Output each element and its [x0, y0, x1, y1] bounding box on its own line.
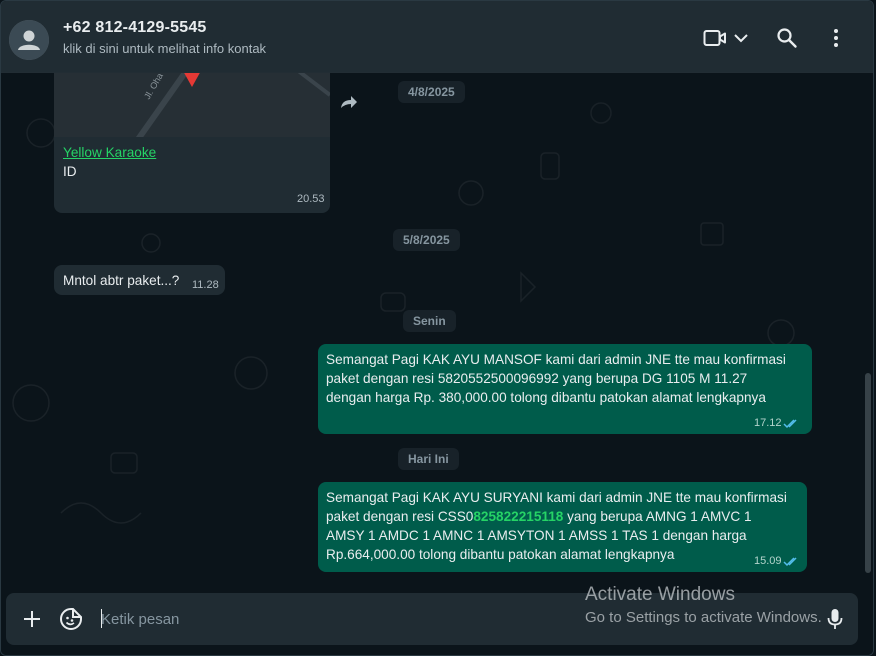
message-line: AMSY 1 AMDC 1 AMNC 1 AMSYTON 1 AMSS 1 TA…	[326, 528, 747, 543]
sticker-button[interactable]	[58, 606, 84, 632]
forward-icon	[341, 96, 357, 108]
message-input[interactable]	[101, 608, 561, 630]
message-time: 20.53	[297, 193, 325, 205]
message-line: Semangat Pagi KAK AYU MANSOF kami dari a…	[326, 352, 786, 367]
map-preview[interactable]: Jl. Oha	[54, 73, 330, 137]
sticker-icon	[60, 608, 82, 630]
message-fragment: paket dengan resi CSS0	[326, 509, 474, 524]
call-dropdown-button[interactable]	[733, 25, 749, 51]
tracking-number-link[interactable]: 825822215118	[473, 509, 563, 524]
forward-button[interactable]	[339, 94, 359, 115]
date-separator: 4/8/2025	[398, 81, 465, 103]
map-image: Jl. Oha	[54, 73, 330, 137]
message-line: Semangat Pagi KAK AYU SURYANI kami dari …	[326, 490, 787, 505]
message-fragment: yang berupa AMNG 1 AMVC 1	[563, 509, 752, 524]
outgoing-message[interactable]: Semangat Pagi KAK AYU SURYANI kami dari …	[318, 482, 807, 572]
text-cursor	[101, 609, 102, 628]
message-line: paket dengan resi 5820552500096992 yang …	[326, 371, 748, 386]
read-receipt-icon	[783, 557, 797, 567]
date-separator: Hari Ini	[398, 448, 459, 470]
chat-header[interactable]: +62 812-4129-5545 klik di sini untuk mel…	[1, 1, 873, 73]
avatar[interactable]	[9, 20, 49, 60]
incoming-message[interactable]: Mntol abtr paket...? 11.28	[54, 265, 225, 295]
chevron-down-icon	[734, 34, 748, 43]
message-time: 11.28	[192, 279, 219, 291]
message-line: dengan harga Rp. 380,000.00 tolong diban…	[326, 390, 766, 405]
location-link[interactable]: Yellow Karaoke	[63, 145, 156, 160]
video-call-button[interactable]	[703, 25, 727, 51]
message-time: 15.09	[754, 555, 782, 567]
contact-info-hint[interactable]: klik di sini untuk melihat info kontak	[63, 41, 266, 56]
scrollbar-thumb[interactable]	[865, 373, 871, 573]
location-country: ID	[63, 164, 77, 179]
microphone-icon	[827, 609, 843, 629]
video-call-icon	[703, 30, 726, 46]
voice-message-button[interactable]	[824, 606, 846, 632]
message-line: Rp.664,000.00 tolong dibantu patokan ala…	[326, 547, 675, 562]
outgoing-message[interactable]: Semangat Pagi KAK AYU MANSOF kami dari a…	[318, 344, 812, 434]
watermark-title: Activate Windows	[585, 584, 735, 605]
message-list[interactable]: Jl. Oha Yellow Karaoke ID 20.53 4/8/2025…	[1, 73, 873, 589]
location-message[interactable]: Jl. Oha Yellow Karaoke ID 20.53	[54, 73, 330, 213]
message-time: 17.12	[754, 417, 782, 429]
message-text: Mntol abtr paket...?	[63, 273, 180, 288]
whatsapp-window: +62 812-4129-5545 klik di sini untuk mel…	[0, 0, 874, 656]
read-receipt-icon	[783, 419, 797, 429]
watermark-subtitle: Go to Settings to activate Windows.	[585, 609, 822, 626]
date-separator: Senin	[403, 310, 456, 332]
menu-icon	[834, 29, 838, 47]
menu-button[interactable]	[829, 25, 843, 51]
date-separator: 5/8/2025	[393, 229, 460, 251]
activate-windows-watermark: Activate Windows Go to Settings to activ…	[585, 584, 822, 628]
message-line: paket dengan resi CSS0825822215118 yang …	[326, 507, 752, 526]
search-button[interactable]	[776, 25, 798, 51]
default-avatar-icon	[9, 20, 49, 60]
search-icon	[777, 28, 797, 48]
contact-name[interactable]: +62 812-4129-5545	[63, 19, 207, 37]
attach-button[interactable]	[20, 607, 44, 631]
plus-icon	[24, 611, 40, 627]
